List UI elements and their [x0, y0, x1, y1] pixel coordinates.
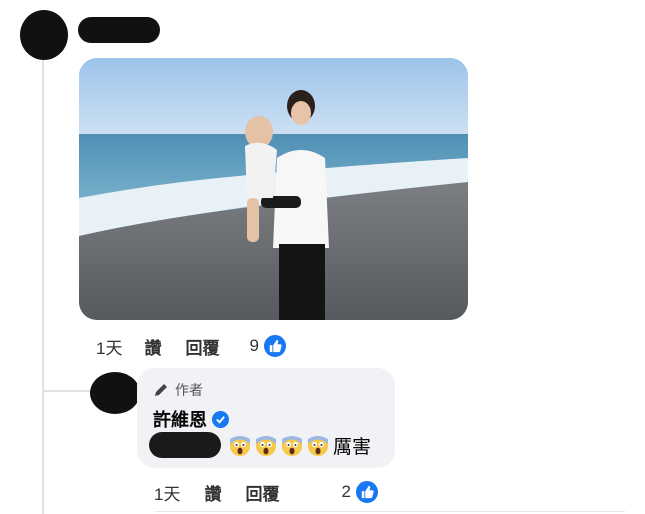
reply-text: 厲害 [333, 437, 372, 458]
comment-timestamp[interactable]: 1天 [96, 334, 122, 359]
screaming-face-emoji [308, 435, 328, 456]
comment-like-count[interactable]: 9 [249, 333, 288, 359]
reply-reply-button[interactable]: 回覆 [245, 480, 279, 505]
mentioned-name-redacted[interactable] [149, 432, 221, 458]
screaming-face-emoji [256, 435, 276, 456]
comment-reply-button[interactable]: 回覆 [185, 334, 219, 359]
verified-badge-icon [212, 410, 229, 428]
commenter-name-redacted[interactable] [78, 17, 160, 43]
author-badge-label: 作者 [175, 382, 203, 398]
like-thumb-icon [261, 333, 288, 359]
author-badge: 作者 [153, 380, 203, 400]
reply-content: 厲害 [229, 432, 371, 459]
pencil-icon [155, 384, 167, 396]
reply-bubble: 作者 許維恩 厲害 [137, 368, 395, 468]
thread-line-branch [42, 390, 90, 392]
reply-like-button[interactable]: 讚 [204, 480, 221, 505]
reply-author-name-text: 許維恩 [153, 410, 207, 430]
comment-like-count-value: 9 [249, 336, 259, 355]
like-thumb-icon [353, 479, 380, 505]
thread-line-vertical [42, 48, 44, 514]
reply-avatar-redacted[interactable] [90, 372, 140, 414]
screaming-face-emoji [230, 435, 250, 456]
reply-like-count[interactable]: 2 [341, 479, 380, 505]
screaming-face-emoji [282, 435, 302, 456]
reply-like-count-value: 2 [341, 482, 351, 501]
comment-like-button[interactable]: 讚 [144, 334, 161, 359]
reply-timestamp[interactable]: 1天 [154, 480, 180, 505]
commenter-avatar-redacted[interactable] [20, 10, 68, 60]
divider [155, 511, 625, 512]
reply-author-name[interactable]: 許維恩 [153, 406, 229, 432]
comment-photo[interactable] [79, 58, 468, 320]
